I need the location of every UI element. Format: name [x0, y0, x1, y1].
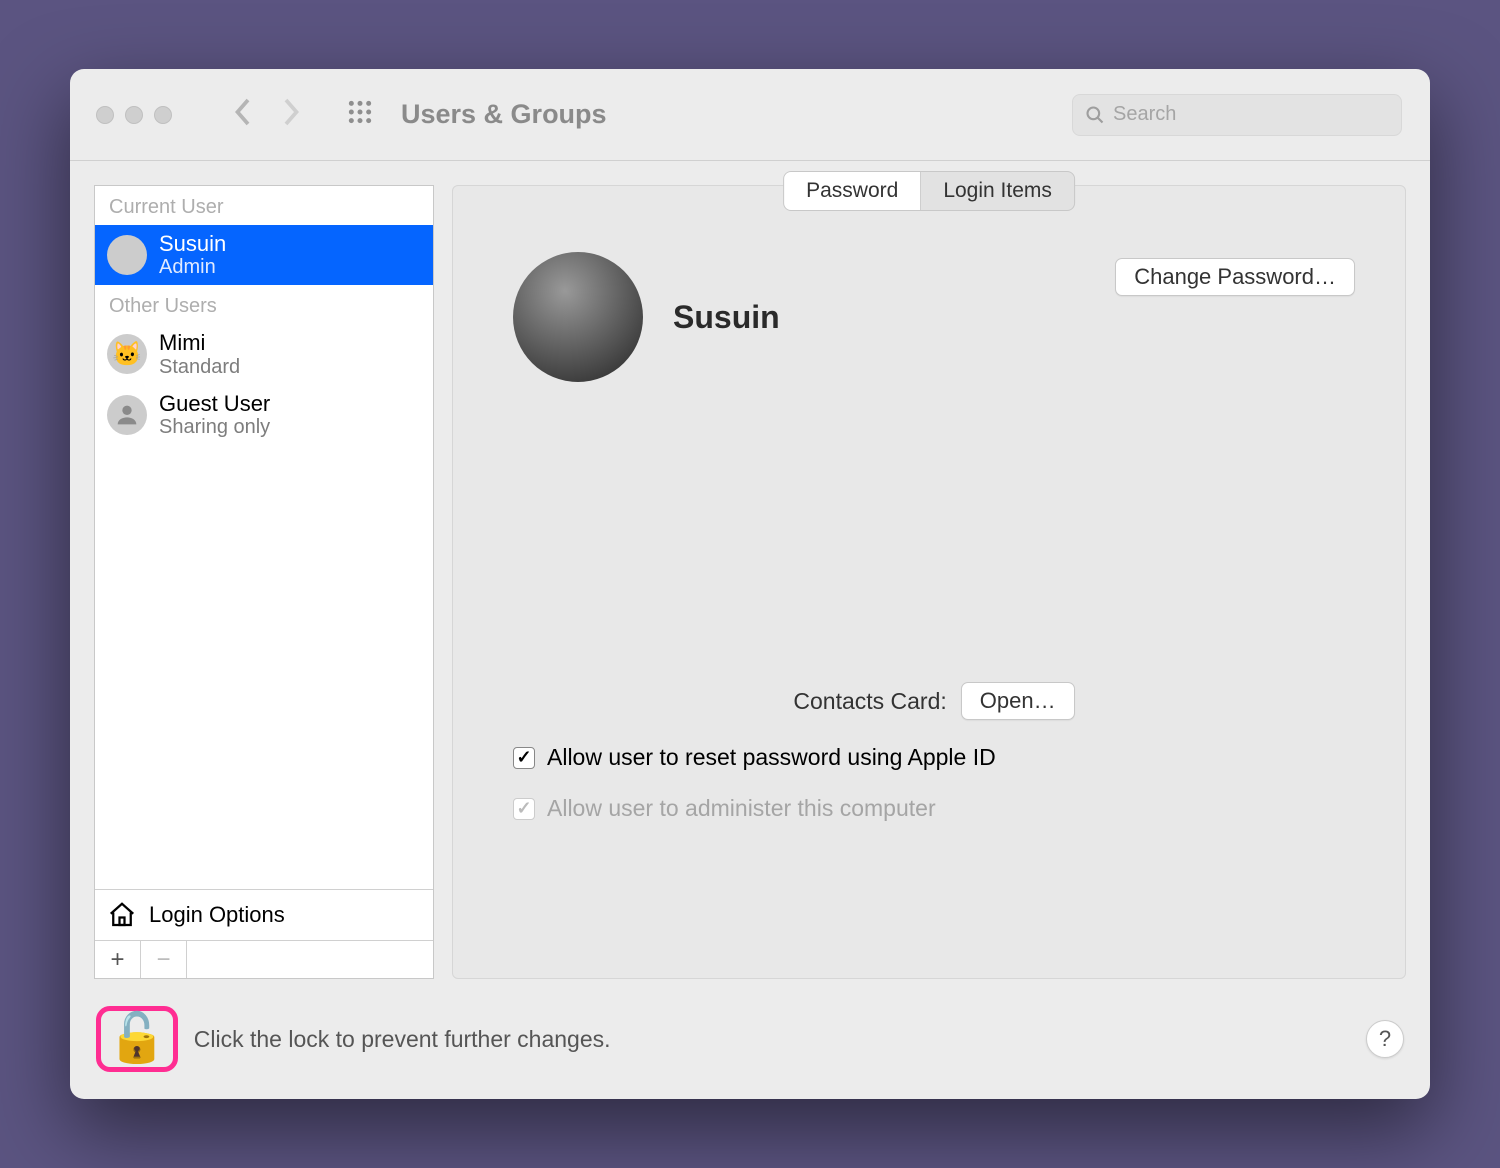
user-list: Current User Susuin Admin Other Users 🐱 … [94, 185, 434, 979]
allow-admin-label: Allow user to administer this computer [547, 795, 936, 822]
user-name: Susuin [159, 231, 226, 256]
back-button[interactable] [232, 97, 252, 132]
forward-button[interactable] [282, 97, 302, 132]
contacts-card-label: Contacts Card: [793, 688, 946, 715]
allow-admin-row: Allow user to administer this computer [513, 795, 1355, 822]
close-window-button[interactable] [96, 106, 114, 124]
other-users-section-label: Other Users [95, 285, 433, 324]
change-password-button[interactable]: Change Password… [1115, 258, 1355, 296]
remove-user-button[interactable]: − [141, 941, 187, 978]
search-input[interactable] [1113, 103, 1389, 126]
allow-reset-row: Allow user to reset password using Apple… [513, 744, 1355, 771]
window-controls [96, 106, 172, 124]
user-role: Sharing only [159, 416, 270, 439]
avatar-icon: 🐱 [107, 334, 147, 374]
sidebar-buttons: + − [95, 940, 433, 978]
search-field[interactable] [1072, 94, 1402, 136]
content-area: Current User Susuin Admin Other Users 🐱 … [70, 161, 1430, 979]
nav-arrows [232, 97, 302, 132]
help-button[interactable]: ? [1366, 1020, 1404, 1058]
lock-text: Click the lock to prevent further change… [194, 1026, 611, 1053]
profile-name: Susuin [673, 299, 780, 336]
titlebar: Users & Groups [70, 69, 1430, 161]
avatar-icon [107, 235, 147, 275]
user-item-guest[interactable]: Guest User Sharing only [95, 385, 433, 445]
lock-icon[interactable]: 🔓 [107, 1015, 167, 1063]
open-contacts-button[interactable]: Open… [961, 682, 1075, 720]
allow-admin-checkbox [513, 798, 535, 820]
avatar-icon [107, 395, 147, 435]
contacts-card-row: Contacts Card: Open… [513, 682, 1355, 720]
user-name: Guest User [159, 391, 270, 416]
search-icon [1085, 105, 1105, 125]
user-item-current[interactable]: Susuin Admin [95, 225, 433, 285]
show-all-icon[interactable] [347, 99, 373, 130]
user-item[interactable]: 🐱 Mimi Standard [95, 324, 433, 384]
allow-reset-checkbox[interactable] [513, 747, 535, 769]
user-role: Standard [159, 356, 240, 379]
login-options-label: Login Options [149, 902, 285, 928]
tab-login-items[interactable]: Login Items [921, 172, 1074, 210]
current-user-section-label: Current User [95, 186, 433, 225]
allow-reset-label: Allow user to reset password using Apple… [547, 744, 996, 771]
zoom-window-button[interactable] [154, 106, 172, 124]
user-name: Mimi [159, 330, 240, 355]
page-title: Users & Groups [401, 99, 607, 130]
user-role: Admin [159, 256, 226, 279]
main-panel: Password Login Items Susuin Change Passw… [452, 185, 1406, 979]
profile-avatar[interactable] [513, 252, 643, 382]
minimize-window-button[interactable] [125, 106, 143, 124]
footer: 🔓 Click the lock to prevent further chan… [70, 979, 1430, 1099]
tab-password[interactable]: Password [784, 172, 921, 210]
login-options-button[interactable]: Login Options [95, 889, 433, 940]
lock-highlight: 🔓 [96, 1006, 178, 1072]
tab-bar: Password Login Items [783, 171, 1075, 211]
preferences-window: Users & Groups Current User Susuin Admin… [70, 69, 1430, 1099]
home-icon [107, 900, 137, 930]
profile-row: Susuin Change Password… [513, 252, 1355, 382]
sidebar: Current User Susuin Admin Other Users 🐱 … [94, 185, 434, 979]
add-user-button[interactable]: + [95, 941, 141, 978]
